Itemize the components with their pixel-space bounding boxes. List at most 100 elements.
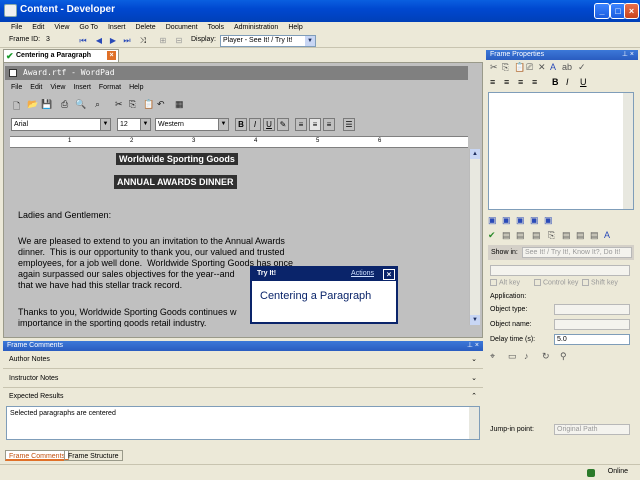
first-frame-icon[interactable]: ⏮ bbox=[78, 36, 88, 46]
align-center-button[interactable]: ≡ bbox=[309, 118, 321, 131]
menu-edit[interactable]: Edit bbox=[27, 22, 49, 34]
fp-view-icon[interactable]: ▣ bbox=[530, 215, 539, 226]
close-tab-icon[interactable]: × bbox=[107, 51, 116, 60]
fp-underline-icon[interactable]: U bbox=[580, 77, 587, 87]
branch-icon[interactable]: ⤨ bbox=[138, 36, 148, 46]
menu-tools[interactable]: Tools bbox=[203, 22, 229, 34]
prev-frame-icon[interactable]: ◀ bbox=[94, 36, 104, 46]
fp-font-icon[interactable]: A bbox=[604, 230, 610, 240]
menu-administration[interactable]: Administration bbox=[229, 22, 283, 34]
fp-view-icon[interactable]: ▣ bbox=[544, 215, 553, 226]
fp-editor-scrollbar[interactable] bbox=[623, 93, 633, 209]
wp-menu-edit[interactable]: Edit bbox=[26, 82, 46, 94]
delete-frame-icon[interactable]: ⊟ bbox=[174, 36, 184, 46]
action-select[interactable] bbox=[490, 265, 630, 276]
script-select[interactable]: Western ▼ bbox=[155, 118, 229, 131]
color-button[interactable]: ✎ bbox=[277, 118, 289, 131]
fp-spell-check-icon[interactable]: ✓ bbox=[578, 62, 586, 73]
chevron-up-icon[interactable]: ⌃ bbox=[471, 392, 477, 400]
fp-align-right-icon[interactable]: ≡ bbox=[518, 77, 523, 87]
cut-icon[interactable]: ✂ bbox=[115, 99, 123, 110]
fp-frame-icon[interactable]: ▤ bbox=[516, 230, 525, 241]
delay-select[interactable]: 5.0 bbox=[554, 334, 630, 345]
align-right-button[interactable]: ≡ bbox=[323, 118, 335, 131]
fp-copy-icon[interactable]: ⎘ bbox=[502, 62, 509, 73]
fp-font-icon[interactable]: A bbox=[550, 62, 556, 72]
wp-menu-file[interactable]: File bbox=[5, 82, 26, 94]
paste-icon[interactable]: 📋 bbox=[143, 99, 154, 110]
close-button[interactable]: × bbox=[624, 3, 639, 19]
menu-help[interactable]: Help bbox=[283, 22, 307, 34]
pin-icon[interactable]: ⊥ × bbox=[622, 50, 634, 58]
fp-view-icon[interactable]: ▣ bbox=[516, 215, 525, 226]
chevron-down-icon[interactable]: ⌄ bbox=[471, 355, 477, 363]
fp-spell-icon[interactable]: ab bbox=[562, 62, 572, 72]
fp-frame-icon[interactable]: ▤ bbox=[562, 230, 571, 241]
tab-frame-comments[interactable]: Frame Comments bbox=[5, 450, 70, 461]
fp-view-icon[interactable]: ▣ bbox=[488, 215, 497, 226]
menu-view[interactable]: View bbox=[49, 22, 74, 34]
menu-delete[interactable]: Delete bbox=[130, 22, 160, 34]
fp-view-icon[interactable]: ▣ bbox=[502, 215, 511, 226]
next-frame-icon[interactable]: ▶ bbox=[108, 36, 118, 46]
instructor-notes-section[interactable]: Instructor Notes ⌄ bbox=[3, 370, 483, 388]
copy-icon[interactable]: ⎘ bbox=[129, 99, 136, 110]
fp-sound-icon[interactable]: ♪ bbox=[524, 351, 529, 361]
fp-refresh-icon[interactable]: ↻ bbox=[542, 351, 550, 362]
fp-cut-icon[interactable]: ✂ bbox=[490, 62, 498, 73]
bullets-button[interactable]: ☰ bbox=[343, 118, 355, 131]
chevron-up-icon[interactable]: ▲ bbox=[470, 149, 480, 159]
new-icon[interactable]: 🗋 bbox=[13, 99, 20, 115]
minimize-button[interactable]: _ bbox=[594, 3, 610, 19]
chevron-down-icon[interactable]: ⌄ bbox=[471, 374, 477, 382]
menu-goto[interactable]: Go To bbox=[74, 22, 103, 34]
fp-frame-icon[interactable]: ▤ bbox=[590, 230, 599, 241]
fp-check-icon[interactable]: ✔ bbox=[488, 230, 496, 241]
bold-button[interactable]: B bbox=[235, 118, 247, 131]
date-time-icon[interactable]: ▦ bbox=[175, 99, 184, 110]
fp-align-left-icon[interactable]: ≡ bbox=[490, 77, 495, 87]
fp-link-icon[interactable]: ⚲ bbox=[560, 351, 567, 362]
chevron-down-icon[interactable]: ▼ bbox=[470, 315, 480, 325]
fp-text-editor[interactable] bbox=[488, 92, 634, 210]
tab-frame-structure[interactable]: Frame Structure bbox=[64, 450, 123, 461]
display-select[interactable]: Player - See It! / Try It! ▼ bbox=[220, 35, 316, 47]
size-select[interactable]: 12 ▼ bbox=[117, 118, 151, 131]
print-preview-icon[interactable]: 🔍 bbox=[75, 99, 86, 110]
jump-in-field[interactable]: Original Path bbox=[554, 424, 630, 435]
fp-paste-icon[interactable]: 📋 bbox=[514, 62, 525, 73]
expected-scrollbar[interactable] bbox=[469, 407, 479, 439]
underline-button[interactable]: U bbox=[263, 118, 275, 131]
undo-icon[interactable]: ↶ bbox=[157, 99, 165, 110]
menu-insert[interactable]: Insert bbox=[103, 22, 131, 34]
print-icon[interactable]: ⎙ bbox=[61, 99, 68, 110]
insert-frame-icon[interactable]: ⊞ bbox=[158, 36, 168, 46]
fp-copy-icon[interactable]: ⎘ bbox=[548, 230, 555, 241]
alt-key-checkbox[interactable]: Alt key bbox=[490, 279, 520, 286]
fp-bold-icon[interactable]: B bbox=[552, 77, 559, 87]
wp-menu-insert[interactable]: Insert bbox=[69, 82, 95, 94]
fp-frame-icon[interactable]: ▤ bbox=[576, 230, 585, 241]
wp-menu-help[interactable]: Help bbox=[125, 82, 147, 94]
wp-menu-format[interactable]: Format bbox=[95, 82, 125, 94]
fp-frame-icon[interactable]: ▤ bbox=[502, 230, 511, 241]
italic-button[interactable]: I bbox=[249, 118, 261, 131]
fp-align-center-icon[interactable]: ≡ bbox=[504, 77, 509, 87]
open-icon[interactable]: 📂 bbox=[27, 99, 38, 110]
fp-frame-icon[interactable]: ▤ bbox=[532, 230, 541, 241]
fp-delete-icon[interactable]: ✕ bbox=[538, 62, 546, 73]
menu-file[interactable]: File bbox=[0, 22, 27, 34]
fp-pointer-icon[interactable]: ⌖ bbox=[490, 351, 495, 362]
fp-justify-icon[interactable]: ≡ bbox=[532, 77, 537, 87]
fp-clear-icon[interactable]: ⎚ bbox=[526, 62, 533, 73]
expected-results-field[interactable]: Selected paragraphs are centered bbox=[6, 406, 480, 440]
font-select[interactable]: Arial ▼ bbox=[11, 118, 111, 131]
fp-box-icon[interactable]: ▭ bbox=[508, 351, 517, 362]
author-notes-section[interactable]: Author Notes ⌄ bbox=[3, 351, 483, 369]
wp-menu-view[interactable]: View bbox=[46, 82, 69, 94]
tab-centering-a-paragraph[interactable]: ✔ Centering a Paragraph × bbox=[3, 49, 119, 62]
wordpad-document[interactable]: Worldwide Sporting Goods ANNUAL AWARDS D… bbox=[10, 149, 468, 327]
menu-document[interactable]: Document bbox=[161, 22, 203, 34]
save-icon[interactable]: 💾 bbox=[41, 99, 52, 110]
shift-key-checkbox[interactable]: Shift key bbox=[582, 279, 618, 286]
